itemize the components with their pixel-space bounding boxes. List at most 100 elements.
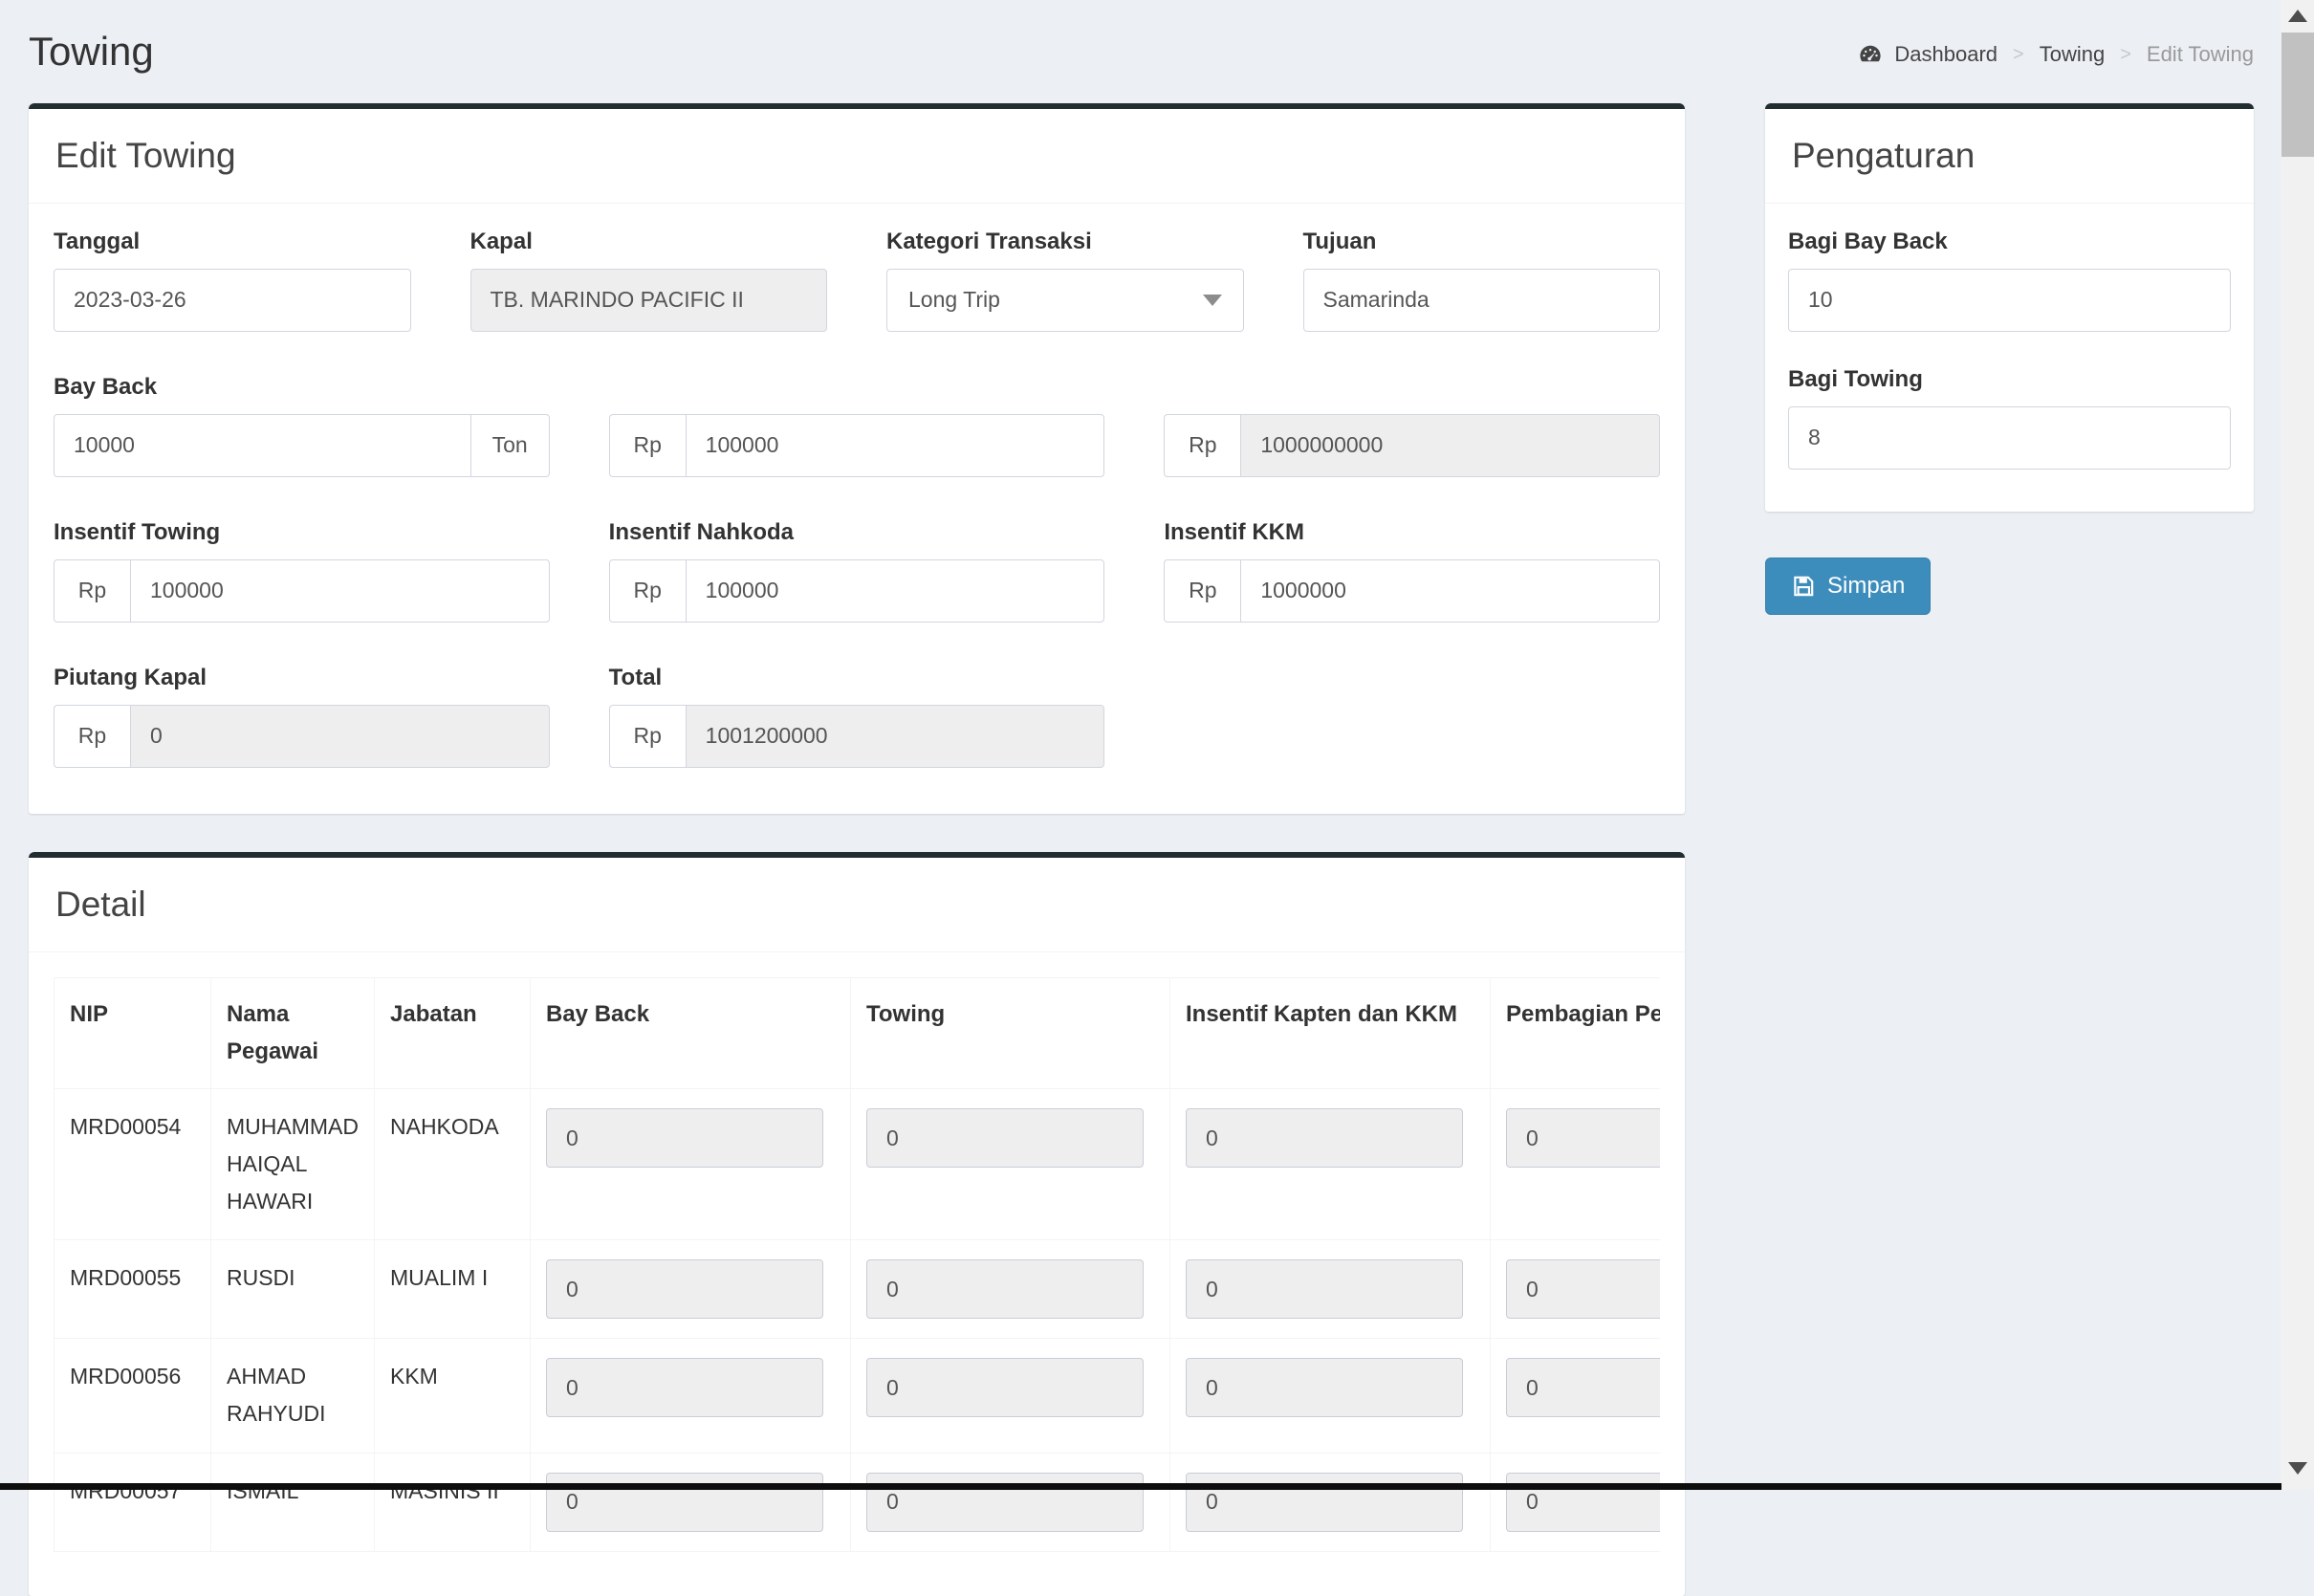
bagi-bay-back-input[interactable] bbox=[1788, 269, 2231, 332]
bay-back-total-input bbox=[1240, 414, 1660, 477]
breadcrumb: Dashboard > Towing > Edit Towing bbox=[1858, 42, 2254, 67]
cell-input-towing bbox=[866, 1108, 1144, 1168]
table-cell bbox=[1491, 1339, 1661, 1453]
pengaturan-card-title: Pengaturan bbox=[1792, 132, 2227, 180]
total-currency-addon: Rp bbox=[609, 705, 686, 768]
breadcrumb-towing[interactable]: Towing bbox=[2040, 42, 2105, 67]
scrollbar-thumb[interactable] bbox=[2281, 33, 2314, 157]
insentif-kkm-label: Insentif KKM bbox=[1164, 519, 1660, 546]
total-label: Total bbox=[609, 665, 1105, 691]
bagi-towing-input[interactable] bbox=[1788, 406, 2231, 470]
table-header-row: NIPNama PegawaiJabatanBay BackTowingInse… bbox=[55, 977, 1661, 1088]
detail-table: NIPNama PegawaiJabatanBay BackTowingInse… bbox=[54, 977, 1660, 1552]
cell-nip: MRD00056 bbox=[55, 1339, 211, 1453]
cell-input-towing bbox=[866, 1358, 1144, 1417]
table-row: MRD00056AHMAD RAHYUDIKKM bbox=[55, 1339, 1661, 1453]
breadcrumb-dashboard[interactable]: Dashboard bbox=[1894, 42, 1997, 67]
piutang-kapal-input bbox=[130, 705, 550, 768]
column-header-pembagian-pe: Pembagian Pe bbox=[1491, 977, 1661, 1088]
bay-back-qty-input[interactable] bbox=[54, 414, 471, 477]
tanggal-input[interactable] bbox=[54, 269, 411, 332]
cell-nama: MUHAMMAD HAIQAL HAWARI bbox=[211, 1089, 375, 1240]
save-icon bbox=[1791, 574, 1816, 599]
insentif-kkm-currency-addon: Rp bbox=[1164, 559, 1240, 623]
insentif-towing-currency-addon: Rp bbox=[54, 559, 130, 623]
bay-back-qty-group: Ton bbox=[54, 414, 550, 477]
field-insentif-towing: Insentif Towing Rp bbox=[54, 519, 550, 623]
table-cell bbox=[1170, 1089, 1491, 1240]
cell-jabatan: MUALIM I bbox=[375, 1240, 531, 1339]
field-tujuan: Tujuan bbox=[1303, 229, 1661, 332]
table-cell bbox=[531, 1240, 851, 1339]
insentif-nahkoda-label: Insentif Nahkoda bbox=[609, 519, 1105, 546]
breadcrumb-separator: > bbox=[2120, 44, 2131, 66]
page-header: Towing Dashboard > Towing > Edit Towing bbox=[29, 0, 2254, 103]
cell-input-pembagian bbox=[1506, 1473, 1660, 1532]
total-input bbox=[686, 705, 1105, 768]
cell-jabatan: KKM bbox=[375, 1339, 531, 1453]
bay-back-currency-addon: Rp bbox=[609, 414, 686, 477]
kategori-selected-value: Long Trip bbox=[908, 287, 1000, 313]
save-button[interactable]: Simpan bbox=[1765, 558, 1931, 615]
column-header-towing: Towing bbox=[851, 977, 1170, 1088]
table-cell bbox=[1170, 1240, 1491, 1339]
tujuan-input[interactable] bbox=[1303, 269, 1661, 332]
bay-back-price-input[interactable] bbox=[686, 414, 1105, 477]
table-cell bbox=[851, 1453, 1170, 1551]
table-cell bbox=[851, 1240, 1170, 1339]
field-tanggal: Tanggal bbox=[54, 229, 411, 332]
table-row: MRD00055RUSDIMUALIM I bbox=[55, 1240, 1661, 1339]
bay-back-total-group: Rp bbox=[1164, 414, 1660, 477]
insentif-towing-input[interactable] bbox=[130, 559, 550, 623]
cell-input-pembagian bbox=[1506, 1108, 1660, 1168]
cell-nip: MRD00057 bbox=[55, 1453, 211, 1551]
field-piutang-kapal: Piutang Kapal Rp bbox=[54, 665, 550, 768]
insentif-nahkoda-input[interactable] bbox=[686, 559, 1105, 623]
bay-back-label: Bay Back bbox=[54, 374, 1660, 401]
detail-card-header: Detail bbox=[29, 858, 1685, 952]
table-cell bbox=[1170, 1453, 1491, 1551]
tanggal-label: Tanggal bbox=[54, 229, 411, 255]
insentif-kkm-input[interactable] bbox=[1240, 559, 1660, 623]
insentif-towing-label: Insentif Towing bbox=[54, 519, 550, 546]
field-kategori-transaksi: Kategori Transaksi Long Trip bbox=[886, 229, 1244, 332]
kategori-select[interactable]: Long Trip bbox=[886, 269, 1244, 332]
cell-input-insentif bbox=[1186, 1108, 1463, 1168]
field-bagi-bay-back: Bagi Bay Back bbox=[1788, 229, 2231, 332]
cell-jabatan: MASINIS II bbox=[375, 1453, 531, 1551]
vertical-scrollbar[interactable] bbox=[2281, 0, 2314, 1490]
field-insentif-kkm: Insentif KKM Rp bbox=[1164, 519, 1660, 623]
cell-input-insentif bbox=[1186, 1358, 1463, 1417]
scroll-up-icon[interactable] bbox=[2288, 10, 2307, 22]
cell-input-bay-back bbox=[546, 1473, 823, 1532]
bagi-towing-label: Bagi Towing bbox=[1788, 366, 2231, 393]
table-cell bbox=[1491, 1089, 1661, 1240]
column-header-bay-back: Bay Back bbox=[531, 977, 851, 1088]
bottom-bar bbox=[0, 1483, 2281, 1490]
cell-nama: AHMAD RAHYUDI bbox=[211, 1339, 375, 1453]
detail-card-title: Detail bbox=[55, 881, 1658, 929]
kapal-label: Kapal bbox=[470, 229, 828, 255]
table-cell bbox=[851, 1339, 1170, 1453]
detail-table-body: MRD00054MUHAMMAD HAIQAL HAWARINAHKODAMRD… bbox=[55, 1089, 1661, 1551]
bagi-bay-back-label: Bagi Bay Back bbox=[1788, 229, 2231, 255]
pengaturan-card-header: Pengaturan bbox=[1765, 109, 2254, 204]
scroll-down-icon[interactable] bbox=[2288, 1462, 2307, 1475]
column-header-nama-pegawai: Nama Pegawai bbox=[211, 977, 375, 1088]
tujuan-label: Tujuan bbox=[1303, 229, 1661, 255]
content-area: Towing Dashboard > Towing > Edit Towing bbox=[29, 0, 2254, 1596]
cell-nip: MRD00054 bbox=[55, 1089, 211, 1240]
field-bagi-towing: Bagi Towing bbox=[1788, 366, 2231, 470]
breadcrumb-separator: > bbox=[2013, 44, 2024, 66]
cell-input-bay-back bbox=[546, 1259, 823, 1319]
field-insentif-nahkoda: Insentif Nahkoda Rp bbox=[609, 519, 1105, 623]
chevron-down-icon bbox=[1203, 295, 1222, 306]
cell-jabatan: NAHKODA bbox=[375, 1089, 531, 1240]
table-row: MRD00054MUHAMMAD HAIQAL HAWARINAHKODA bbox=[55, 1089, 1661, 1240]
table-cell bbox=[851, 1089, 1170, 1240]
bay-back-unit-addon: Ton bbox=[471, 414, 550, 477]
breadcrumb-current: Edit Towing bbox=[2147, 42, 2254, 67]
table-cell bbox=[531, 1339, 851, 1453]
cell-input-towing bbox=[866, 1473, 1144, 1532]
cell-input-insentif bbox=[1186, 1259, 1463, 1319]
